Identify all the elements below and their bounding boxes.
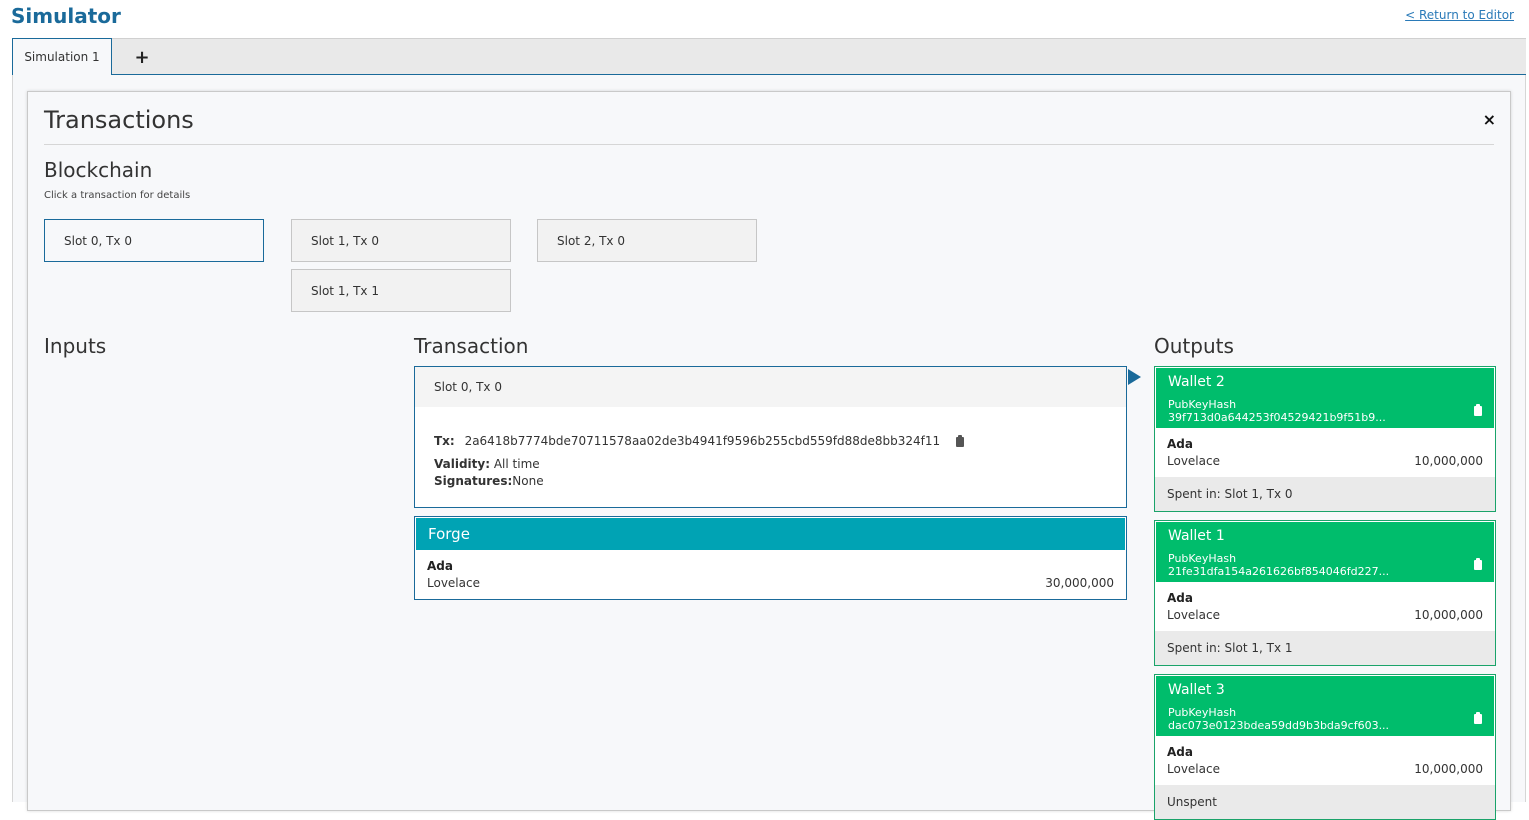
wallet-pubkeyhash: PubKeyHash dac073e0123bdea59dd9b3bda9cf6… <box>1168 706 1390 732</box>
wallet-token: Lovelace <box>1167 608 1220 622</box>
app-title: Simulator <box>11 4 121 28</box>
wallet-name: Wallet 1 <box>1168 528 1225 544</box>
clipboard-icon[interactable] <box>1474 558 1482 570</box>
tx-hash-row: Tx: 2a6418b7774bde70711578aa02de3b4941f9… <box>434 434 964 448</box>
wallet-amount: 10,000,000 <box>1414 608 1483 622</box>
validity-row: Validity: All time <box>434 457 540 471</box>
wallet-amount-row: Lovelace 10,000,000 <box>1167 762 1483 776</box>
clipboard-icon[interactable] <box>1474 404 1482 416</box>
wallet-key-row: PubKeyHash dac073e0123bdea59dd9b3bda9cf6… <box>1168 706 1482 732</box>
wallet-currency: Ada <box>1167 437 1193 451</box>
wallet-balance: Ada Lovelace 10,000,000 <box>1155 429 1495 477</box>
inputs-title: Inputs <box>44 334 107 358</box>
wallet-spent-status: Spent in: Slot 1, Tx 1 <box>1155 631 1495 665</box>
wallet-amount: 10,000,000 <box>1414 762 1483 776</box>
transaction-card: Slot 0, Tx 0 Tx: 2a6418b7774bde70711578a… <box>414 366 1127 508</box>
wallet-token: Lovelace <box>1167 454 1220 468</box>
top-bar: Simulator < Return to Editor <box>0 0 1529 38</box>
output-wallet-3: Wallet 3 PubKeyHash dac073e0123bdea59dd9… <box>1154 674 1496 820</box>
panel-title: Transactions <box>44 106 194 134</box>
slot-0-tx-0-button[interactable]: Slot 0, Tx 0 <box>44 219 264 262</box>
wallet-balance: Ada Lovelace 10,000,000 <box>1155 583 1495 631</box>
signatures-value: None <box>512 474 544 488</box>
wallet-spent-status: Spent in: Slot 1, Tx 0 <box>1155 477 1495 511</box>
wallet-token: Lovelace <box>1167 762 1220 776</box>
tab-bar: Simulation 1 + <box>12 38 1526 76</box>
output-wallet-2: Wallet 2 PubKeyHash 39f713d0a644253f0452… <box>1154 366 1496 512</box>
transaction-header: Slot 0, Tx 0 <box>415 367 1126 407</box>
forge-amount: 30,000,000 <box>1045 576 1114 590</box>
wallet-balance: Ada Lovelace 10,000,000 <box>1155 737 1495 785</box>
forge-token: Lovelace <box>427 576 480 590</box>
forge-currency: Ada <box>427 559 453 573</box>
transaction-title: Transaction <box>414 334 529 358</box>
clipboard-icon[interactable] <box>1474 712 1482 724</box>
wallet-pubkeyhash: PubKeyHash 21fe31dfa154a261626bf854046fd… <box>1168 552 1390 578</box>
forge-amount-row: Lovelace 30,000,000 <box>427 576 1114 590</box>
forge-card: Forge Ada Lovelace 30,000,000 <box>414 516 1127 600</box>
simulation-content: Transactions × Blockchain Click a transa… <box>12 75 1526 820</box>
close-icon[interactable]: × <box>1483 110 1496 129</box>
validity-label: Validity: <box>434 457 491 471</box>
wallet-amount-row: Lovelace 10,000,000 <box>1167 454 1483 468</box>
wallet-key-row: PubKeyHash 21fe31dfa154a261626bf854046fd… <box>1168 552 1482 578</box>
return-to-editor-link[interactable]: < Return to Editor <box>1405 8 1514 22</box>
slot-1-tx-1-button[interactable]: Slot 1, Tx 1 <box>291 269 511 312</box>
wallet-header: Wallet 1 PubKeyHash 21fe31dfa154a261626b… <box>1156 522 1494 582</box>
forge-header: Forge <box>416 518 1125 550</box>
divider <box>44 144 1494 145</box>
wallet-amount: 10,000,000 <box>1414 454 1483 468</box>
clipboard-icon[interactable] <box>955 434 964 447</box>
output-wallet-1: Wallet 1 PubKeyHash 21fe31dfa154a261626b… <box>1154 520 1496 666</box>
signatures-row: Signatures:None <box>434 474 544 488</box>
signatures-label: Signatures: <box>434 474 513 488</box>
tx-label: Tx: <box>434 434 455 448</box>
wallet-header: Wallet 2 PubKeyHash 39f713d0a644253f0452… <box>1156 368 1494 428</box>
wallet-amount-row: Lovelace 10,000,000 <box>1167 608 1483 622</box>
wallet-name: Wallet 3 <box>1168 682 1225 698</box>
add-simulation-button[interactable]: + <box>132 46 152 68</box>
tab-simulation-1[interactable]: Simulation 1 <box>12 38 112 76</box>
wallet-header: Wallet 3 PubKeyHash dac073e0123bdea59dd9… <box>1156 676 1494 736</box>
outputs-title: Outputs <box>1154 334 1234 358</box>
transactions-panel: Transactions × Blockchain Click a transa… <box>27 91 1511 820</box>
play-arrow-icon <box>1128 369 1141 385</box>
blockchain-title: Blockchain <box>44 158 153 182</box>
blockchain-hint: Click a transaction for details <box>44 190 191 201</box>
slot-2-tx-0-button[interactable]: Slot 2, Tx 0 <box>537 219 757 262</box>
wallet-spent-status: Unspent <box>1155 785 1495 819</box>
validity-value: All time <box>493 457 540 471</box>
wallet-currency: Ada <box>1167 591 1193 605</box>
wallet-currency: Ada <box>1167 745 1193 759</box>
wallet-key-row: PubKeyHash 39f713d0a644253f04529421b9f51… <box>1168 398 1482 424</box>
wallet-name: Wallet 2 <box>1168 374 1225 390</box>
tx-hash: 2a6418b7774bde70711578aa02de3b4941f9596b… <box>464 434 941 448</box>
slot-1-tx-0-button[interactable]: Slot 1, Tx 0 <box>291 219 511 262</box>
wallet-pubkeyhash: PubKeyHash 39f713d0a644253f04529421b9f51… <box>1168 398 1386 424</box>
